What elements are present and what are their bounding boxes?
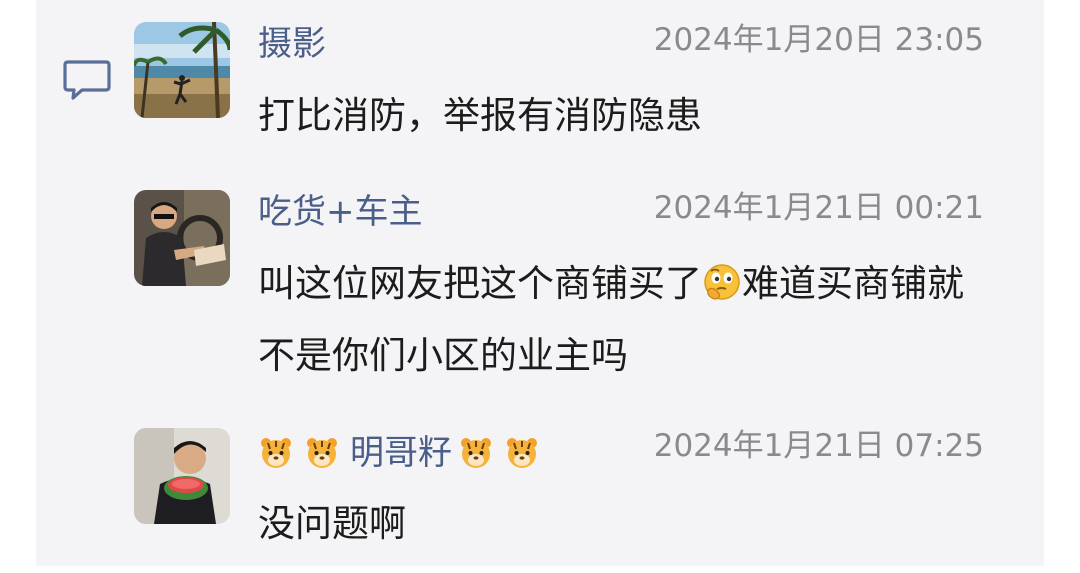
avatar-user-foodie[interactable]	[134, 190, 230, 286]
comment-text: 叫这位网友把这个商铺买了 难道买商铺就不是你们小区的业主吗	[258, 248, 998, 392]
comment-text: 打比消防，举报有消防隐患	[258, 80, 998, 152]
avatar-user-photography[interactable]	[134, 22, 230, 118]
tiger-face-emoji-icon	[258, 435, 294, 471]
comment-username[interactable]: 摄影	[258, 22, 326, 66]
comment-body-part-1: 叫这位网友把这个商铺买了	[258, 262, 702, 305]
avatar-user-mingge[interactable]	[134, 428, 230, 524]
username-text[interactable]: 摄影	[258, 22, 326, 66]
comment-timestamp: 2024年1月21日 07:25	[653, 428, 984, 464]
comment-username[interactable]: 吃货+车主	[258, 190, 423, 234]
comment-text: 没问题啊	[258, 488, 998, 560]
comment-username[interactable]: 明哥籽	[258, 431, 550, 475]
tiger-face-emoji-icon	[304, 435, 340, 471]
comment-bubble-icon[interactable]	[62, 58, 112, 102]
username-text[interactable]: 明哥籽	[350, 431, 452, 475]
username-text[interactable]: 吃货+车主	[258, 190, 423, 234]
comment-timestamp: 2024年1月21日 00:21	[653, 190, 984, 226]
tiger-face-emoji-icon	[458, 435, 494, 471]
comment-body: 打比消防，举报有消防隐患	[258, 94, 702, 137]
comment-body: 没问题啊	[258, 502, 406, 545]
thinking-face-emoji-icon	[702, 262, 742, 302]
comment-timestamp: 2024年1月20日 23:05	[653, 22, 984, 58]
tiger-face-emoji-icon	[504, 435, 540, 471]
